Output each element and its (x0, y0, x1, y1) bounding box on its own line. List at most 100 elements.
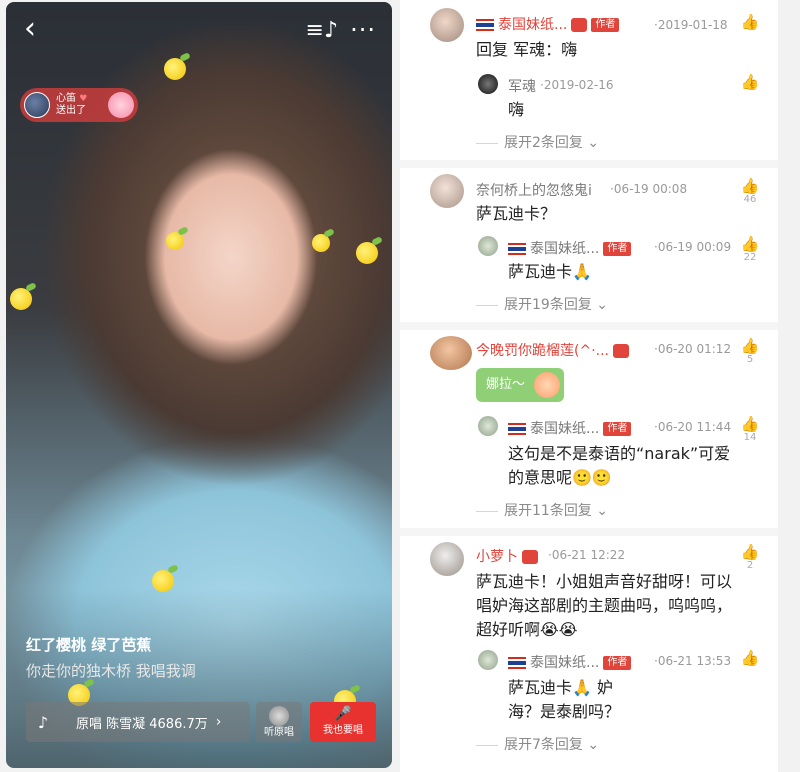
like-button[interactable]: 👍 46 (740, 178, 760, 206)
gift-text: 心笛 ♥ 送出了 (56, 93, 87, 117)
avatar[interactable] (478, 650, 498, 670)
like-count: 5 (746, 354, 754, 365)
author-tag: 作者 (591, 18, 620, 32)
lemon-icon (164, 58, 186, 80)
original-song-bar[interactable]: ♪ 原唱 陈雪凝 4686.7万 › (26, 702, 250, 742)
comment-time: ·2019-01-18 (654, 18, 728, 32)
sticker-message: 娜拉～ (476, 368, 564, 402)
like-button[interactable]: 👍 2 (740, 544, 760, 572)
comment-text: 这句是不是泰语的“narak”可爱的意思呢🙂🙂 (508, 444, 731, 487)
like-count: 22 (743, 252, 757, 263)
like-button[interactable]: 👍 (740, 14, 760, 30)
gift-sender: 心笛 (56, 93, 76, 104)
sing-too-button[interactable]: 🎤 我也要唱 (310, 702, 376, 742)
commenter-name[interactable]: 小萝卜 (476, 546, 538, 566)
lemon-icon (312, 234, 330, 252)
original-song-info: 原唱 陈雪凝 4686.7万 (76, 716, 208, 732)
avatar[interactable] (478, 74, 498, 94)
comment-time: ·06-21 12:22 (548, 548, 626, 562)
avatar[interactable] (478, 236, 498, 256)
like-button[interactable]: 👍 14 (740, 416, 760, 444)
comment-time: ·2019-02-16 (540, 78, 614, 92)
avatar[interactable] (478, 416, 498, 436)
expand-replies[interactable]: 展开11条回复 ⌄ (476, 500, 608, 520)
gift-action: 送出了 (56, 105, 86, 116)
thumbs-up-icon: 👍 (740, 337, 760, 355)
comments-panel[interactable]: 泰国妹纸... 作者 ·2019-01-18 👍 回复 军魂：嗨 军魂 ·2019… (400, 0, 778, 772)
lemon-icon (10, 288, 32, 310)
comment-time: ·06-20 11:44 (654, 420, 732, 434)
commenter-name[interactable]: 今晚罚你跪榴莲(^·... (476, 340, 629, 360)
gift-notification[interactable]: 心笛 ♥ 送出了 (20, 88, 138, 122)
thumbs-up-icon: 👍 (740, 73, 760, 91)
vip-badge-icon (522, 550, 538, 564)
back-icon[interactable]: ‹ (24, 14, 36, 44)
thumbs-up-icon: 👍 (740, 649, 760, 667)
commenter-name[interactable]: 泰国妹纸... 作者 (508, 652, 632, 672)
chevron-down-icon: ⌄ (587, 737, 600, 753)
disc-icon (269, 706, 289, 726)
like-button[interactable]: 👍 (740, 650, 760, 666)
comment-text: 萨瓦迪卡🙏 (508, 262, 592, 281)
comment-time: ·06-19 00:09 (654, 240, 732, 254)
comment-text: 嗨 (508, 100, 525, 119)
lemon-icon (356, 242, 378, 264)
lemon-icon (152, 570, 174, 592)
commenter-name[interactable]: 泰国妹纸... 作者 (476, 14, 620, 34)
chevron-down-icon: ⌄ (587, 135, 600, 151)
like-button[interactable]: 👍 22 (740, 236, 760, 264)
expand-replies[interactable]: 展开7条回复 ⌄ (476, 734, 599, 754)
comment-text: 萨瓦迪卡！小姐姐声音好甜呀！可以唱妒海这部剧的主题曲吗，呜呜呜，超好听啊😭😭 (476, 572, 733, 639)
divider (400, 322, 778, 330)
song-title: 红了樱桃 绿了芭蕉 (26, 636, 152, 654)
avatar[interactable] (430, 542, 464, 576)
commenter-name[interactable]: 泰国妹纸... 作者 (508, 418, 632, 438)
comment-time: ·06-19 00:08 (610, 182, 688, 196)
thailand-flag-icon (476, 19, 494, 31)
chevron-down-icon: ⌄ (596, 297, 609, 313)
candy-icon (108, 92, 134, 118)
divider (400, 528, 778, 536)
listen-original-button[interactable]: 听原唱 (256, 702, 302, 742)
avatar[interactable] (430, 8, 464, 42)
video-player[interactable]: ‹ ≡♪ ··· 心笛 ♥ 送出了 红了樱桃 绿了芭蕉 你走你的独木桥 我唱我调… (6, 2, 392, 768)
playlist-icon[interactable]: ≡♪ (306, 18, 338, 43)
music-note-icon: ♪ (37, 712, 49, 732)
author-tag: 作者 (603, 242, 632, 256)
chevron-right-icon: › (215, 714, 222, 730)
vip-badge-icon (571, 18, 588, 32)
thumbs-up-icon: 👍 (740, 177, 760, 195)
heart-icon: ♥ (79, 94, 88, 104)
like-count: 14 (743, 432, 757, 443)
comment-text: 萨瓦迪卡？ (476, 204, 557, 223)
more-icon[interactable]: ··· (350, 16, 376, 44)
thumbs-up-icon: 👍 (740, 13, 760, 31)
commenter-name[interactable]: 泰国妹纸... 作者 (508, 238, 632, 258)
avatar (24, 92, 50, 118)
divider (400, 160, 778, 168)
thumbs-up-icon: 👍 (740, 415, 760, 433)
sing-label: 我也要唱 (323, 725, 363, 736)
comment-time: ·06-20 01:12 (654, 342, 732, 356)
lyric-line: 你走你的独木桥 我唱我调 (26, 662, 196, 680)
like-button[interactable]: 👍 5 (740, 338, 760, 366)
like-count: 2 (746, 560, 754, 571)
thailand-flag-icon (508, 243, 526, 255)
listen-label: 听原唱 (264, 727, 294, 738)
avatar[interactable] (430, 336, 472, 370)
comment-text: 回复 军魂：嗨 (476, 40, 578, 59)
like-count: 46 (743, 194, 757, 205)
avatar[interactable] (430, 174, 464, 208)
like-button[interactable]: 👍 (740, 74, 760, 90)
thailand-flag-icon (508, 423, 526, 435)
screen: ‹ ≡♪ ··· 心笛 ♥ 送出了 红了樱桃 绿了芭蕉 你走你的独木桥 我唱我调… (0, 0, 800, 772)
thumbs-up-icon: 👍 (740, 543, 760, 561)
lemon-icon (166, 232, 184, 250)
commenter-name[interactable]: 奈何桥上的忽悠鬼i (476, 180, 592, 200)
commenter-name[interactable]: 军魂 (508, 76, 536, 96)
thailand-flag-icon (508, 657, 526, 669)
author-tag: 作者 (603, 656, 632, 670)
expand-replies[interactable]: 展开2条回复 ⌄ (476, 132, 599, 152)
expand-replies[interactable]: 展开19条回复 ⌄ (476, 294, 608, 314)
comment-time: ·06-21 13:53 (654, 654, 732, 668)
